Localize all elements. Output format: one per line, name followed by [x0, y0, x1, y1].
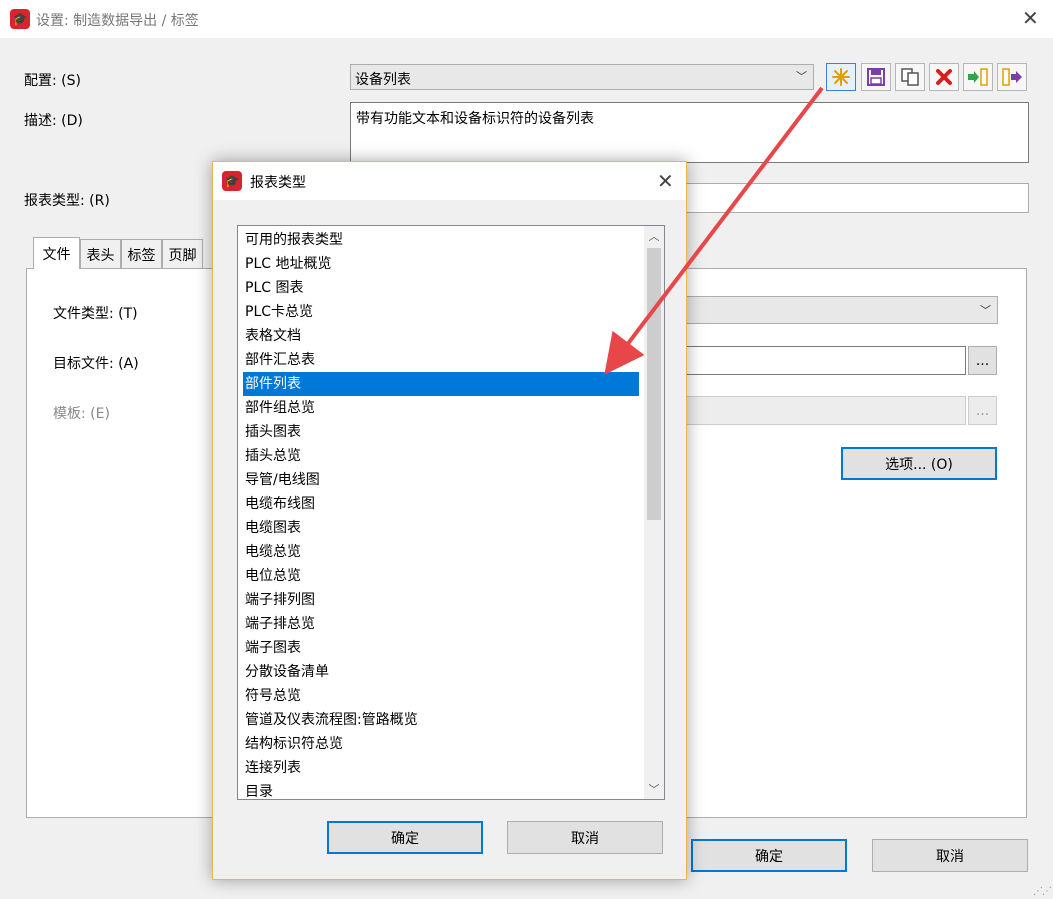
list-item[interactable]: PLC 地址概览 — [243, 252, 639, 276]
main-cancel-button[interactable]: 取消 — [872, 839, 1028, 872]
list-item[interactable]: 管道及仪表流程图:管路概览 — [243, 708, 639, 732]
config-select-value: 设备列表 — [355, 72, 411, 88]
main-ok-button[interactable]: 确定 — [691, 839, 847, 872]
tab-file[interactable]: 文件 — [33, 237, 80, 269]
template-input[interactable] — [660, 396, 966, 425]
report-type-label: 报表类型: (R) — [24, 193, 110, 209]
list-item[interactable]: 电位总览 — [243, 564, 639, 588]
options-button[interactable]: 选项... (O) — [841, 447, 997, 480]
list-item[interactable]: PLC卡总览 — [243, 300, 639, 324]
delete-config-button[interactable] — [929, 63, 959, 91]
list-item[interactable]: 表格文档 — [243, 324, 639, 348]
config-select[interactable]: 设备列表 ﹀ — [350, 64, 814, 90]
list-item[interactable]: 部件列表 — [243, 372, 639, 396]
tab-strip: 文件 表头 标签 页脚 — [33, 237, 233, 269]
export-config-button[interactable] — [997, 63, 1027, 91]
list-item[interactable]: PLC 图表 — [243, 276, 639, 300]
list-item[interactable]: 导管/电线图 — [243, 468, 639, 492]
report-type-dialog: 🎓 报表类型 ✕ 可用的报表类型 PLC 地址概览 PLC 图表 PLC卡总览 表格文档… — [212, 161, 687, 880]
list-scrollbar[interactable]: ︿ ﹀ — [644, 226, 664, 799]
app-logo-icon: 🎓 — [10, 9, 30, 29]
config-label: 配置: (S) — [24, 73, 81, 89]
list-item[interactable]: 部件组总览 — [243, 396, 639, 420]
tab-header[interactable]: 表头 — [80, 239, 121, 269]
scroll-up-icon[interactable]: ︿ — [644, 226, 664, 246]
import-icon — [968, 68, 988, 86]
template-browse-button[interactable]: ... — [968, 396, 997, 425]
save-config-button[interactable] — [861, 63, 891, 91]
scroll-down-icon[interactable]: ﹀ — [644, 779, 664, 799]
tab-labels[interactable]: 标签 — [121, 239, 162, 269]
new-config-button[interactable] — [826, 63, 856, 91]
title-bar: 🎓 设置: 制造数据导出 / 标签 ✕ — [0, 0, 1053, 38]
chevron-down-icon: ﹀ — [796, 70, 807, 83]
list-item[interactable]: 符号总览 — [243, 684, 639, 708]
list-item[interactable]: 电缆总览 — [243, 540, 639, 564]
list-item[interactable]: 分散设备清单 — [243, 660, 639, 684]
list-item[interactable]: 插头总览 — [243, 444, 639, 468]
list-item[interactable]: 结构标识符总览 — [243, 732, 639, 756]
export-icon — [1002, 68, 1022, 86]
target-file-browse-button[interactable]: ... — [968, 346, 997, 375]
copy-config-button[interactable] — [895, 63, 925, 91]
tab-footer[interactable]: 页脚 — [162, 239, 203, 269]
dialog-title-bar: 🎓 报表类型 ✕ — [213, 162, 686, 200]
list-item[interactable]: 部件汇总表 — [243, 348, 639, 372]
new-icon — [832, 68, 850, 86]
list-item[interactable]: 电缆布线图 — [243, 492, 639, 516]
report-type-list[interactable]: 可用的报表类型 PLC 地址概览 PLC 图表 PLC卡总览 表格文档 部件汇总表 部件列表… — [237, 225, 665, 800]
import-config-button[interactable] — [963, 63, 993, 91]
window-title: 设置: 制造数据导出 / 标签 — [36, 13, 199, 29]
dialog-cancel-button[interactable]: 取消 — [507, 821, 663, 854]
window-close-button[interactable]: ✕ — [1022, 6, 1039, 30]
description-label: 描述: (D) — [24, 113, 83, 129]
dialog-ok-button[interactable]: 确定 — [327, 821, 483, 854]
list-item[interactable]: 端子排总览 — [243, 612, 639, 636]
target-file-input[interactable] — [660, 346, 966, 375]
description-value: 带有功能文本和设备标识符的设备列表 — [356, 111, 594, 127]
chevron-down-icon: ﹀ — [980, 304, 991, 317]
list-item[interactable]: 插头图表 — [243, 420, 639, 444]
resize-grip-icon[interactable]: ⋰⋰ — [1033, 886, 1052, 897]
file-type-select[interactable]: ﹀ — [660, 296, 998, 324]
list-item[interactable]: 端子图表 — [243, 636, 639, 660]
app-logo-icon: 🎓 — [222, 171, 242, 191]
template-label: 模板: (E) — [53, 406, 110, 422]
dialog-close-button[interactable]: ✕ — [657, 169, 674, 193]
file-type-label: 文件类型: (T) — [53, 306, 138, 322]
delete-icon — [936, 69, 952, 85]
save-icon — [867, 68, 885, 86]
scrollbar-thumb[interactable] — [647, 248, 661, 520]
list-item[interactable]: 端子排列图 — [243, 588, 639, 612]
list-item[interactable]: 电缆图表 — [243, 516, 639, 540]
list-item[interactable]: 目录 — [243, 780, 639, 799]
copy-icon — [901, 68, 919, 86]
target-file-label: 目标文件: (A) — [53, 356, 139, 372]
description-field[interactable]: 带有功能文本和设备标识符的设备列表 — [350, 102, 1029, 163]
dialog-title: 报表类型 — [250, 175, 306, 191]
list-item[interactable]: 可用的报表类型 — [243, 228, 639, 252]
list-item[interactable]: 连接列表 — [243, 756, 639, 780]
